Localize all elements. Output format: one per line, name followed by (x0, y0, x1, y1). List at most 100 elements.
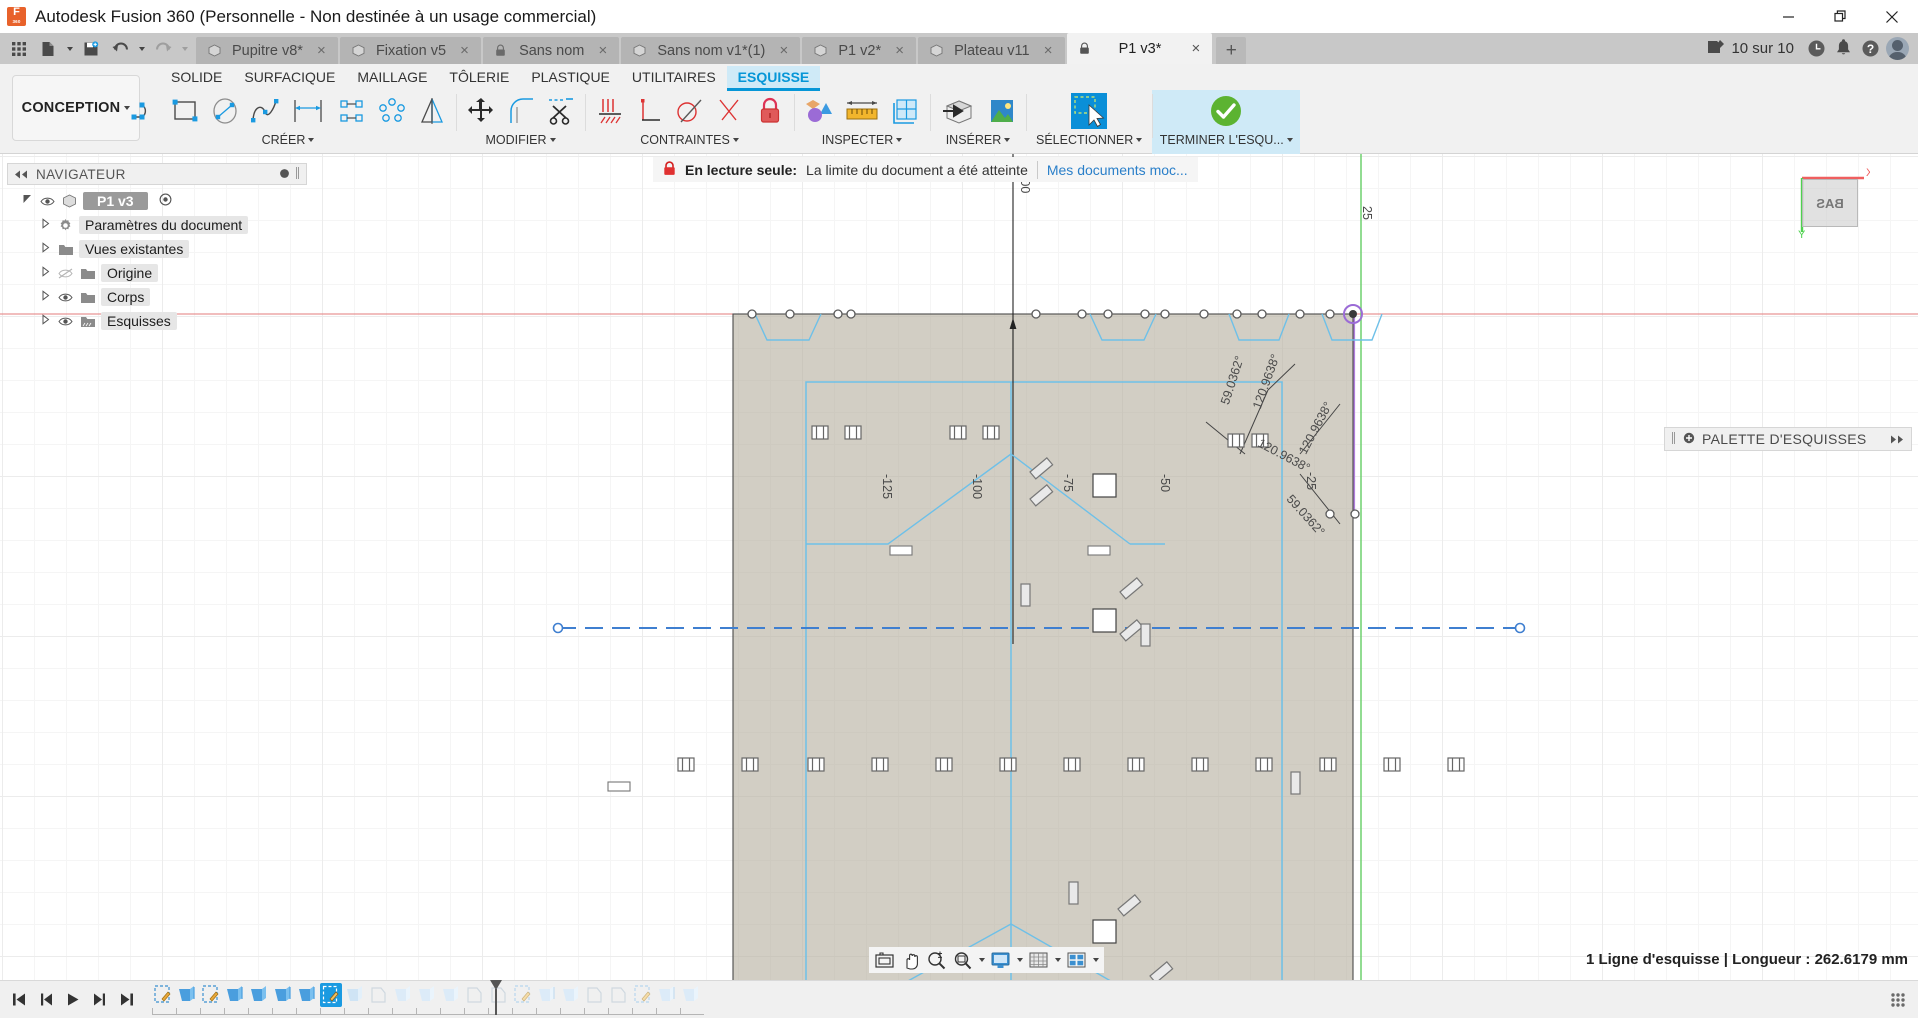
step-forward-icon[interactable] (87, 987, 112, 1013)
visibility-eye-icon[interactable] (39, 196, 56, 207)
document-tab-active[interactable]: P1 v3* × (1066, 33, 1213, 64)
browser-item-esquisses[interactable]: Esquisses (7, 309, 307, 333)
expand-arrow-icon[interactable] (39, 314, 52, 328)
timeline-feature-extrude[interactable] (224, 983, 246, 1007)
spline-icon[interactable] (245, 91, 284, 131)
dimension-label[interactable]: -50 (1158, 474, 1172, 492)
ribbon-group-label[interactable]: SÉLECTIONNER (1036, 133, 1143, 147)
visibility-eye-icon[interactable] (57, 316, 74, 327)
expand-right-icon[interactable] (1890, 431, 1905, 447)
timeline-feature-suppressed[interactable] (464, 983, 486, 1007)
ribbon-tab-esquisse[interactable]: ESQUISSE (726, 66, 821, 91)
timeline-feature-suppressed[interactable] (344, 983, 366, 1007)
bell-icon[interactable] (1832, 37, 1855, 60)
timeline-feature-suppressed[interactable] (680, 983, 702, 1007)
close-icon[interactable]: × (1188, 40, 1203, 57)
close-icon[interactable]: × (1041, 42, 1056, 59)
step-back-icon[interactable] (33, 987, 58, 1013)
ribbon-group-label[interactable]: TERMINER L'ESQU... (1160, 133, 1293, 147)
display-settings-icon[interactable] (988, 948, 1013, 972)
timeline-feature-extrude[interactable] (176, 983, 198, 1007)
help-icon[interactable]: ? (1859, 37, 1882, 60)
document-tab[interactable]: P1 v2* × (802, 37, 917, 64)
timeline-feature-extrude[interactable] (248, 983, 270, 1007)
close-icon[interactable]: × (595, 42, 610, 59)
visibility-eye-hidden-icon[interactable] (57, 268, 74, 279)
timeline-feature-sketch-suppressed[interactable] (512, 983, 534, 1007)
timeline-feature-suppressed[interactable] (368, 983, 390, 1007)
visibility-eye-icon[interactable] (57, 292, 74, 303)
view-orbit-icon[interactable] (872, 948, 897, 972)
ribbon-group-label[interactable]: INSPECTER (822, 133, 903, 147)
fix-unfix-icon[interactable] (750, 91, 789, 131)
expand-arrow-icon[interactable] (21, 194, 34, 208)
sketch-palette-panel[interactable]: PALETTE D'ESQUISSES (1664, 427, 1912, 451)
zoom-icon[interactable] (924, 948, 949, 972)
timeline-feature-sketch-suppressed[interactable] (632, 983, 654, 1007)
browser-item-vues-existantes[interactable]: Vues existantes (7, 237, 307, 261)
readonly-link[interactable]: Mes documents moc... (1047, 162, 1188, 178)
timeline-feature-suppressed[interactable] (608, 983, 630, 1007)
interference-icon[interactable] (799, 91, 838, 131)
ribbon-tab-maillage[interactable]: MAILLAGE (346, 66, 438, 90)
new-document-caret-icon[interactable] (64, 35, 75, 62)
finish-sketch-icon[interactable] (1203, 91, 1249, 131)
grid-icon[interactable] (6, 35, 32, 62)
circular-pattern-icon[interactable] (372, 91, 411, 131)
timeline-track[interactable] (152, 979, 704, 1017)
ribbon-tab-solide[interactable]: SOLIDE (160, 66, 233, 90)
dimension-label[interactable]: -100 (970, 474, 984, 499)
ribbon-tab-utilitaires[interactable]: UTILITAIRES (621, 66, 727, 90)
activate-component-icon[interactable] (159, 193, 172, 209)
mirror-icon[interactable] (412, 91, 451, 131)
redo-caret-icon[interactable] (179, 35, 190, 62)
timeline-feature-suppressed[interactable] (416, 983, 438, 1007)
close-icon[interactable]: × (457, 42, 472, 59)
ribbon-tab-tolerie[interactable]: TÔLERIE (438, 66, 520, 90)
rectangle-icon[interactable] (165, 91, 204, 131)
play-icon[interactable] (60, 987, 85, 1013)
clock-icon[interactable] (1805, 37, 1828, 60)
close-icon[interactable]: × (892, 42, 907, 59)
line-icon[interactable] (125, 91, 164, 131)
timeline-feature-suppressed[interactable] (560, 983, 582, 1007)
grid-snap-caret-icon[interactable] (1052, 948, 1063, 972)
pan-icon[interactable] (898, 948, 923, 972)
timeline-feature-suppressed[interactable] (656, 983, 678, 1007)
view-cube-face-bas[interactable]: BAS (1802, 179, 1858, 227)
ribbon-tab-plastique[interactable]: PLASTIQUE (520, 66, 621, 90)
save-icon[interactable] (78, 35, 104, 62)
timeline-feature-extrude[interactable] (296, 983, 318, 1007)
canvas-viewport[interactable]: 85.00 -125 -100 -75 -50 -25 25 59.0362° … (0, 154, 1918, 980)
zoom-window-caret-icon[interactable] (976, 948, 987, 972)
redo-icon[interactable] (150, 35, 176, 62)
insert-derive-icon[interactable] (935, 91, 981, 131)
undo-caret-icon[interactable] (136, 35, 147, 62)
ellipse-icon[interactable] (205, 91, 244, 131)
dimension-label[interactable]: -75 (1061, 474, 1075, 492)
minimize-icon[interactable] (1762, 0, 1814, 33)
ribbon-group-label[interactable]: CONTRAINTES (640, 133, 739, 147)
timeline-feature-sketch[interactable] (200, 983, 222, 1007)
rectangular-pattern-icon[interactable] (332, 91, 371, 131)
ribbon-group-label[interactable]: MODIFIER (485, 133, 556, 147)
expand-arrow-icon[interactable] (39, 266, 52, 280)
move-copy-icon[interactable] (461, 91, 500, 131)
zoom-window-icon[interactable] (950, 948, 975, 972)
tangent-icon[interactable] (670, 91, 709, 131)
perpendicular-icon[interactable] (630, 91, 669, 131)
trim-icon[interactable] (541, 91, 580, 131)
insert-image-icon[interactable] (982, 91, 1021, 131)
new-document-icon[interactable] (35, 35, 61, 62)
browser-item-p1v3[interactable]: P1 v3 (7, 189, 307, 213)
timeline-feature-selected[interactable] (320, 982, 342, 1007)
timeline-feature-sketch[interactable] (152, 983, 174, 1007)
job-status[interactable]: 10 sur 10 (1700, 39, 1801, 59)
close-icon[interactable] (1866, 0, 1918, 33)
document-tab[interactable]: Plateau v11 × (918, 37, 1065, 64)
skip-end-icon[interactable] (114, 987, 139, 1013)
dimension-label[interactable]: -125 (880, 474, 894, 499)
equal-icon[interactable] (710, 91, 749, 131)
document-tab[interactable]: Sans nom × (483, 37, 620, 64)
ribbon-group-label[interactable]: INSÉRER (946, 133, 1011, 147)
